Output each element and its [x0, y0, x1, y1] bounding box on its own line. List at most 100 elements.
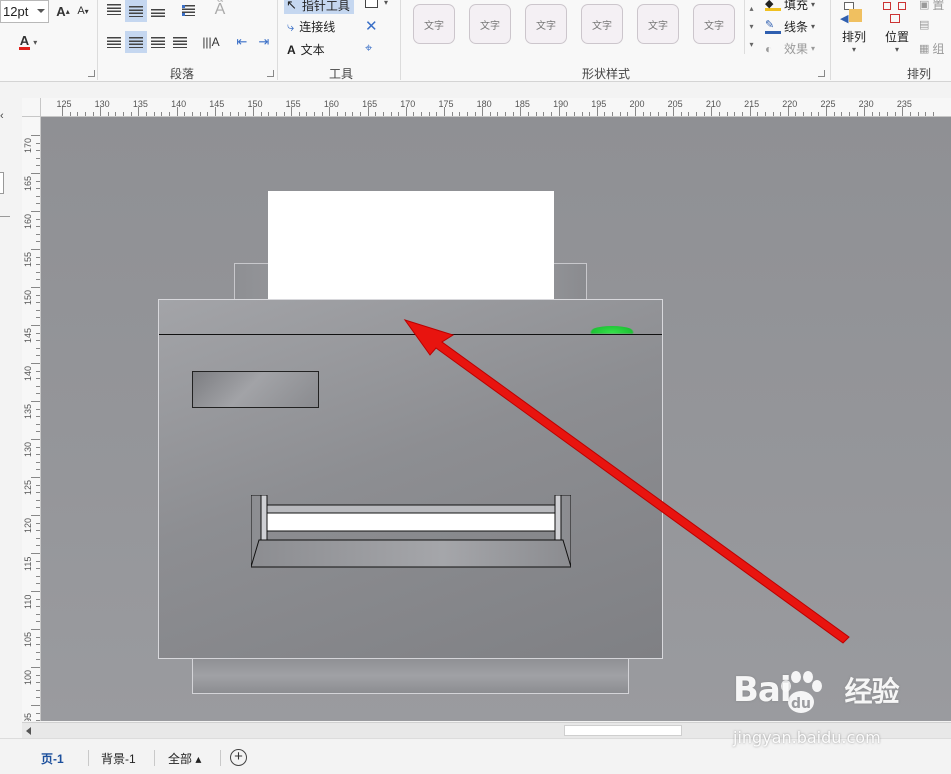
divider — [220, 750, 221, 766]
fill-button[interactable]: ◆ 填充 ▾ — [765, 0, 815, 13]
ruler-minor-tick — [36, 644, 40, 646]
justify-button[interactable] — [170, 32, 190, 52]
shape-style-swatch[interactable]: 文字 — [469, 4, 511, 44]
group-button[interactable]: ▦ 组 — [919, 40, 944, 57]
ruler-minor-tick — [36, 606, 40, 608]
tab-background-1[interactable]: 背景-1 — [101, 750, 136, 767]
ruler-label: 160 — [323, 99, 339, 109]
bring-forward-button[interactable]: ▣ 置 — [919, 0, 944, 13]
align-right-button[interactable] — [148, 32, 168, 52]
arrange-button[interactable]: ◀ 排列 ▾ — [838, 0, 870, 54]
ruler-minor-tick — [268, 112, 270, 116]
text-direction-button[interactable]: |||A — [200, 32, 222, 52]
ruler-minor-tick — [719, 112, 721, 116]
position-button[interactable]: 位置 ▾ — [880, 0, 914, 54]
ruler-minor-tick — [665, 112, 667, 116]
ruler-label: 230 — [858, 99, 874, 109]
align-bottom-icon — [151, 9, 165, 17]
align-left-button[interactable] — [104, 32, 124, 52]
align-center-icon — [129, 36, 143, 48]
ruler-minor-tick — [36, 689, 40, 691]
ruler-minor-tick — [642, 112, 644, 116]
ruler-major-tick — [31, 325, 40, 326]
shape-style-swatch[interactable]: 文字 — [637, 4, 679, 44]
ruler-major-tick — [31, 515, 40, 516]
shape-style-swatch[interactable]: 文字 — [413, 4, 455, 44]
ruler-label: 225 — [820, 99, 836, 109]
shape-style-swatch[interactable]: 文字 — [693, 4, 735, 44]
watermark-jingyan-text: 经验 — [844, 675, 900, 708]
ruler-label: 125 — [23, 479, 33, 495]
grow-font-button[interactable]: A ▴ — [55, 2, 71, 20]
pointer-tool-button[interactable]: ↖ 指针工具 — [284, 0, 354, 14]
ruler-minor-tick — [833, 112, 835, 116]
chevron-down-icon[interactable]: ▾ — [745, 18, 758, 36]
ruler-minor-tick — [36, 598, 40, 600]
align-center-button[interactable] — [125, 31, 147, 53]
align-middle-button[interactable] — [125, 0, 147, 22]
dialog-launcher-icon[interactable] — [267, 70, 274, 77]
tab-all-pages[interactable]: 全部 ▴ — [168, 750, 201, 767]
dialog-launcher-icon[interactable] — [818, 70, 825, 77]
shrink-font-button[interactable]: A ▾ — [75, 2, 91, 20]
ruler-minor-tick — [115, 112, 117, 116]
shape-style-swatch[interactable]: 文字 — [581, 4, 623, 44]
ruler-label: 130 — [94, 99, 110, 109]
ruler-label: 145 — [209, 99, 225, 109]
ruler-minor-tick — [932, 112, 934, 116]
ruler-minor-tick — [161, 112, 163, 116]
pane-handle[interactable] — [0, 172, 4, 194]
text-tool-button[interactable]: A 文本 — [287, 41, 325, 58]
bullets-button[interactable] — [178, 0, 198, 20]
ruler-minor-tick — [36, 431, 40, 433]
decrease-indent-icon: ⇤ — [236, 34, 248, 49]
ruler-minor-tick — [359, 112, 361, 116]
font-color-button[interactable]: A ▾ — [12, 32, 44, 52]
ruler-major-tick — [31, 591, 40, 592]
arrange-icon: ◀ — [838, 0, 870, 28]
close-icon[interactable]: ✕ — [365, 17, 378, 35]
divider — [0, 216, 10, 217]
ruler-minor-tick — [36, 385, 40, 387]
align-shapes-button[interactable]: ▤ — [919, 18, 929, 31]
decrease-indent-button[interactable]: ⇤ — [232, 32, 252, 52]
add-page-button[interactable]: + — [230, 749, 247, 766]
ruler-minor-tick — [36, 264, 40, 266]
connection-point-icon[interactable]: ⌖ — [365, 40, 372, 56]
shape-style-swatch[interactable]: 文字 — [525, 4, 567, 44]
ruler-minor-tick — [925, 112, 927, 116]
more-icon[interactable]: ▾ — [745, 36, 758, 54]
ruler-minor-tick — [818, 112, 820, 116]
chevron-down-icon[interactable]: ▾ — [384, 0, 388, 7]
divider — [400, 0, 401, 80]
ruler-minor-tick — [36, 340, 40, 342]
dialog-launcher-icon[interactable] — [88, 70, 95, 77]
drawing-canvas[interactable] — [41, 117, 951, 721]
gallery-scrollbar[interactable]: ▴ ▾ ▾ — [744, 0, 758, 54]
font-size-select[interactable]: 12pt — [0, 0, 49, 23]
line-button[interactable]: ✎ 线条 ▾ — [765, 18, 815, 35]
align-bottom-button[interactable] — [148, 0, 168, 20]
scrollbar-thumb[interactable] — [564, 725, 682, 736]
chevron-up-icon[interactable]: ▴ — [745, 0, 758, 18]
scroll-left-icon[interactable] — [26, 727, 31, 735]
align-top-button[interactable] — [104, 0, 124, 18]
ruler-minor-tick — [36, 188, 40, 190]
ruler-minor-tick — [917, 112, 919, 116]
rectangle-tool-icon[interactable] — [365, 0, 378, 8]
vertical-ruler[interactable]: 170 165 160 155 150 145 140 135 130 125 120 115 110 1… — [22, 117, 41, 721]
chevron-left-icon[interactable]: ‹ — [0, 110, 4, 122]
increase-indent-button[interactable]: ⇥ — [254, 32, 274, 52]
connector-tool-button[interactable]: ⤷ 连接线 — [287, 18, 335, 35]
ruler-minor-tick — [36, 560, 40, 562]
rotate-text-button[interactable]: Aͣ — [210, 0, 230, 20]
ruler-label: 195 — [591, 99, 607, 109]
tab-page-1[interactable]: 页-1 — [41, 750, 64, 767]
ruler-minor-tick — [36, 492, 40, 494]
ruler-label: 95 — [23, 712, 33, 721]
ruler-minor-tick — [36, 279, 40, 281]
ruler-minor-tick — [36, 613, 40, 615]
ruler-minor-tick — [650, 112, 652, 116]
effect-button[interactable]: ◐ 效果 ▾ — [765, 40, 815, 57]
horizontal-ruler[interactable]: 125 130 135 140 145 150 155 160 165 170 175 180 185 1… — [22, 98, 951, 117]
